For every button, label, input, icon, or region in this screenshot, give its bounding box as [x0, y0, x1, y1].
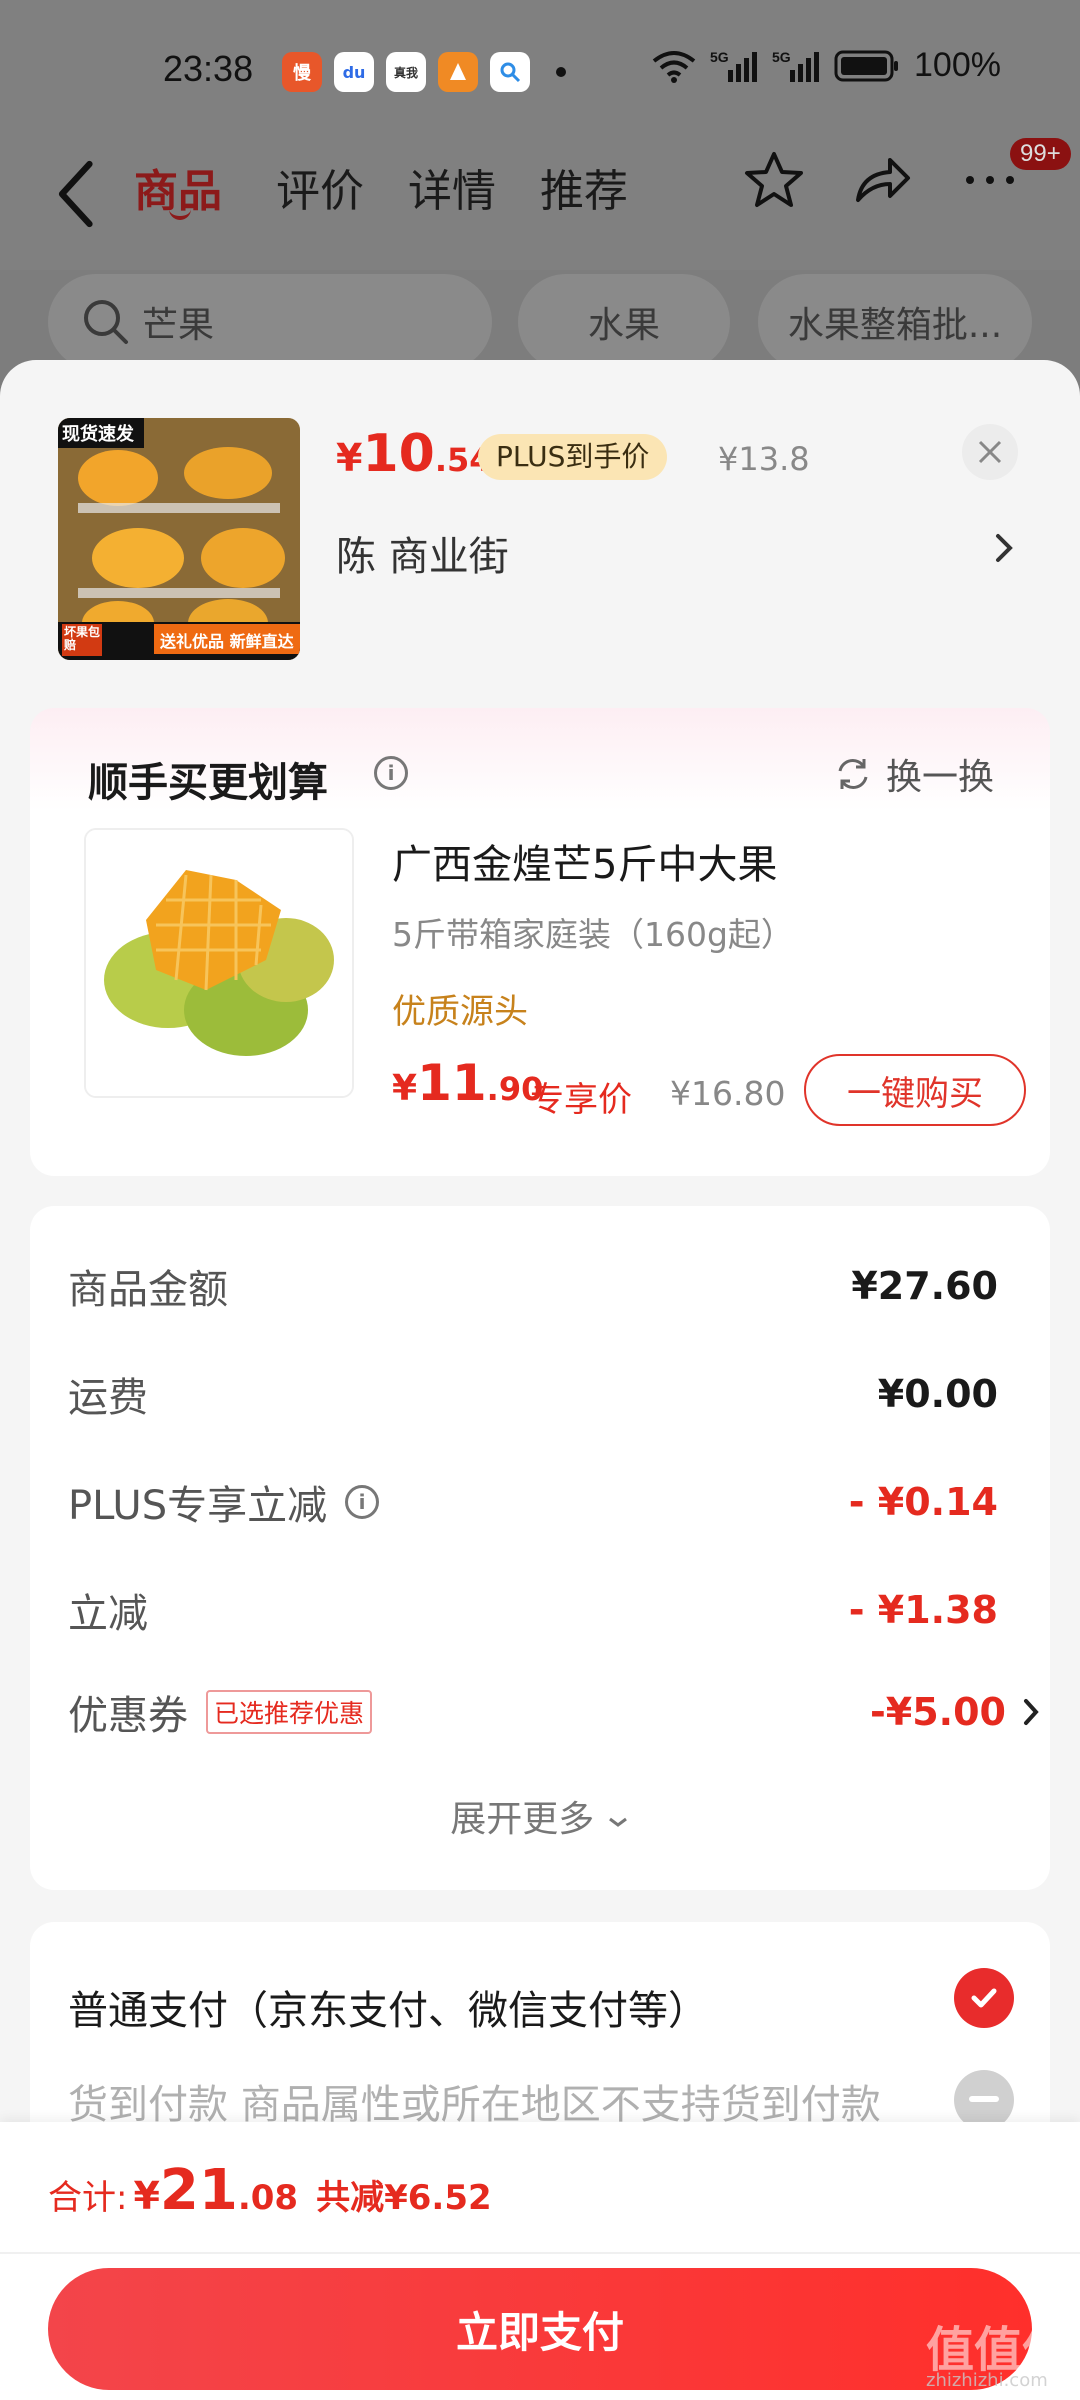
search-notification-icon: [490, 52, 530, 92]
tab-reviews[interactable]: 评价: [276, 155, 364, 219]
checkout-bar: 合计: ¥21.08 共减¥6.52 立即支付: [0, 2122, 1080, 2400]
product-price: ¥10.54: [336, 424, 492, 484]
bundle-product-spec: 5斤带箱家庭装（160g起）: [392, 915, 794, 954]
row-value: ¥0.00: [877, 1372, 998, 1416]
summary-row-shipping: 运费 ¥0.00: [68, 1364, 998, 1424]
total-saved: 共减¥6.52: [316, 2178, 492, 2218]
message-badge: 99+: [1010, 138, 1071, 170]
product-image: 现货速发 送礼优品 新鲜直达 坏果包赔: [58, 418, 300, 660]
plus-price-tag: PLUS到手价: [478, 434, 668, 480]
chip-fruit-box[interactable]: 水果整箱批...: [758, 274, 1032, 370]
chevron-right-icon[interactable]: [994, 530, 1014, 566]
bundle-card: 顺手买更划算 i 换一换 广西金煌芒5斤中大果 5斤带箱家庭装（160g起） 优…: [30, 708, 1050, 1176]
svg-text:5G: 5G: [772, 49, 791, 65]
price-summary-card: 商品金额 ¥27.60 运费 ¥0.00 PLUS专享立减 i - ¥0.14 …: [30, 1206, 1050, 1890]
close-button[interactable]: [962, 424, 1018, 480]
price-integer: 21: [159, 2158, 238, 2223]
info-icon[interactable]: i: [345, 1485, 380, 1519]
chip-fruit[interactable]: 水果: [518, 274, 730, 370]
expand-more-button[interactable]: 展开更多: [30, 1790, 1050, 1842]
chevron-down-icon: [608, 1817, 627, 1827]
price-integer: 11: [417, 1054, 487, 1112]
coupon-value-wrap: -¥5.00: [870, 1690, 1040, 1734]
status-bar: 23:38 慢 du 真我 5G 5G 100%: [0, 0, 1080, 140]
bundle-price: ¥11.90: [392, 1054, 543, 1112]
bundle-original-price: ¥16.80: [670, 1074, 786, 1113]
more-notifications-dot: [556, 67, 566, 77]
signal-5g-icon-2: 5G: [772, 49, 819, 82]
status-time: 23:38: [163, 48, 254, 89]
divider: [0, 2252, 1080, 2254]
swap-button[interactable]: 换一换: [834, 748, 994, 800]
search-chip[interactable]: 芒果: [48, 274, 492, 370]
summary-row-plus-discount: PLUS专享立减 i - ¥0.14: [68, 1472, 998, 1532]
back-arrow-icon[interactable]: [52, 154, 102, 234]
payment-option-normal[interactable]: 普通支付（京东支付、微信支付等）: [68, 1978, 708, 2036]
exclusive-price-label: 专享价: [530, 1080, 632, 1120]
row-label: 商品金额: [68, 1267, 228, 1313]
realme-notification-icon: 真我: [386, 52, 426, 92]
row-label: 立减: [68, 1591, 148, 1637]
status-app-icons: 慢 du 真我: [282, 52, 530, 92]
currency-symbol: ¥: [133, 2174, 160, 2218]
row-label: 运费: [68, 1375, 148, 1421]
currency-symbol: ¥: [392, 1068, 418, 1109]
currency-symbol: ¥: [336, 436, 363, 480]
row-label: PLUS专享立减: [68, 1483, 328, 1529]
pay-now-button[interactable]: 立即支付: [48, 2268, 1032, 2390]
row-label-wrap: 优惠券 已选推荐优惠: [68, 1683, 373, 1741]
bundle-title: 顺手买更划算: [88, 760, 328, 806]
chevron-right-icon: [1024, 1699, 1039, 1725]
tab-details[interactable]: 详情: [408, 155, 496, 219]
summary-row-discount: 立减 - ¥1.38: [68, 1580, 998, 1640]
refresh-icon: [838, 759, 868, 789]
summary-row-goods: 商品金额 ¥27.60: [68, 1256, 998, 1316]
delivery-address[interactable]: 陈 商业街: [336, 524, 509, 582]
row-value: ¥27.60: [851, 1264, 998, 1308]
status-right: 5G 5G 100%: [652, 46, 1001, 85]
checkmark-icon[interactable]: [954, 1968, 1014, 2028]
search-icon: [84, 300, 128, 344]
svg-text:5G: 5G: [710, 49, 729, 65]
baidu-notification-icon: du: [334, 52, 374, 92]
disabled-minus-icon: [954, 2070, 1014, 2130]
close-icon: [978, 440, 1002, 464]
coupon-recommend-tag: 已选推荐优惠: [206, 1690, 373, 1734]
expand-label: 展开更多: [450, 1799, 595, 1840]
app-notification-icon: 慢: [282, 52, 322, 92]
price-decimal: .08: [237, 2178, 299, 2218]
row-label: 优惠券: [68, 1693, 188, 1739]
total-amount: 合计: ¥21.08 共减¥6.52: [48, 2158, 492, 2223]
favorite-star-icon[interactable]: [742, 148, 806, 212]
app-notification-icon-orange: [438, 52, 478, 92]
site-watermark-url: zhizhizhi.com: [926, 2370, 1048, 2391]
share-icon[interactable]: [850, 148, 914, 212]
battery-percent: 100%: [914, 46, 1001, 84]
wifi-icon: [652, 50, 696, 83]
tab-recommend[interactable]: 推荐: [540, 155, 628, 219]
image-caption-bottom: 送礼优品 新鲜直达: [160, 632, 294, 651]
total-label: 合计:: [48, 2178, 128, 2218]
row-value: -¥5.00: [870, 1690, 1006, 1734]
summary-row-coupon[interactable]: 优惠券 已选推荐优惠 -¥5.00: [68, 1682, 1040, 1742]
original-price: ¥13.8: [718, 440, 810, 478]
row-label-wrap: PLUS专享立减 i: [68, 1473, 380, 1531]
image-caption-left: 坏果包赔: [64, 625, 101, 652]
swap-label: 换一换: [886, 757, 995, 798]
bundle-product-image[interactable]: [84, 828, 354, 1098]
price-integer: 10: [362, 424, 435, 484]
search-chip-label: 芒果: [142, 305, 215, 346]
row-value: - ¥0.14: [848, 1480, 998, 1524]
info-icon[interactable]: i: [374, 756, 408, 790]
battery-icon: [834, 50, 898, 81]
image-caption-top: 现货速发: [62, 424, 134, 445]
signal-5g-icon: 5G: [710, 49, 757, 82]
total-price: ¥21.08: [133, 2158, 298, 2223]
bundle-origin-tag: 优质源头: [392, 992, 528, 1032]
row-value: - ¥1.38: [848, 1588, 998, 1632]
one-click-buy-button[interactable]: 一键购买: [804, 1054, 1026, 1126]
bundle-product-name[interactable]: 广西金煌芒5斤中大果: [392, 832, 777, 890]
